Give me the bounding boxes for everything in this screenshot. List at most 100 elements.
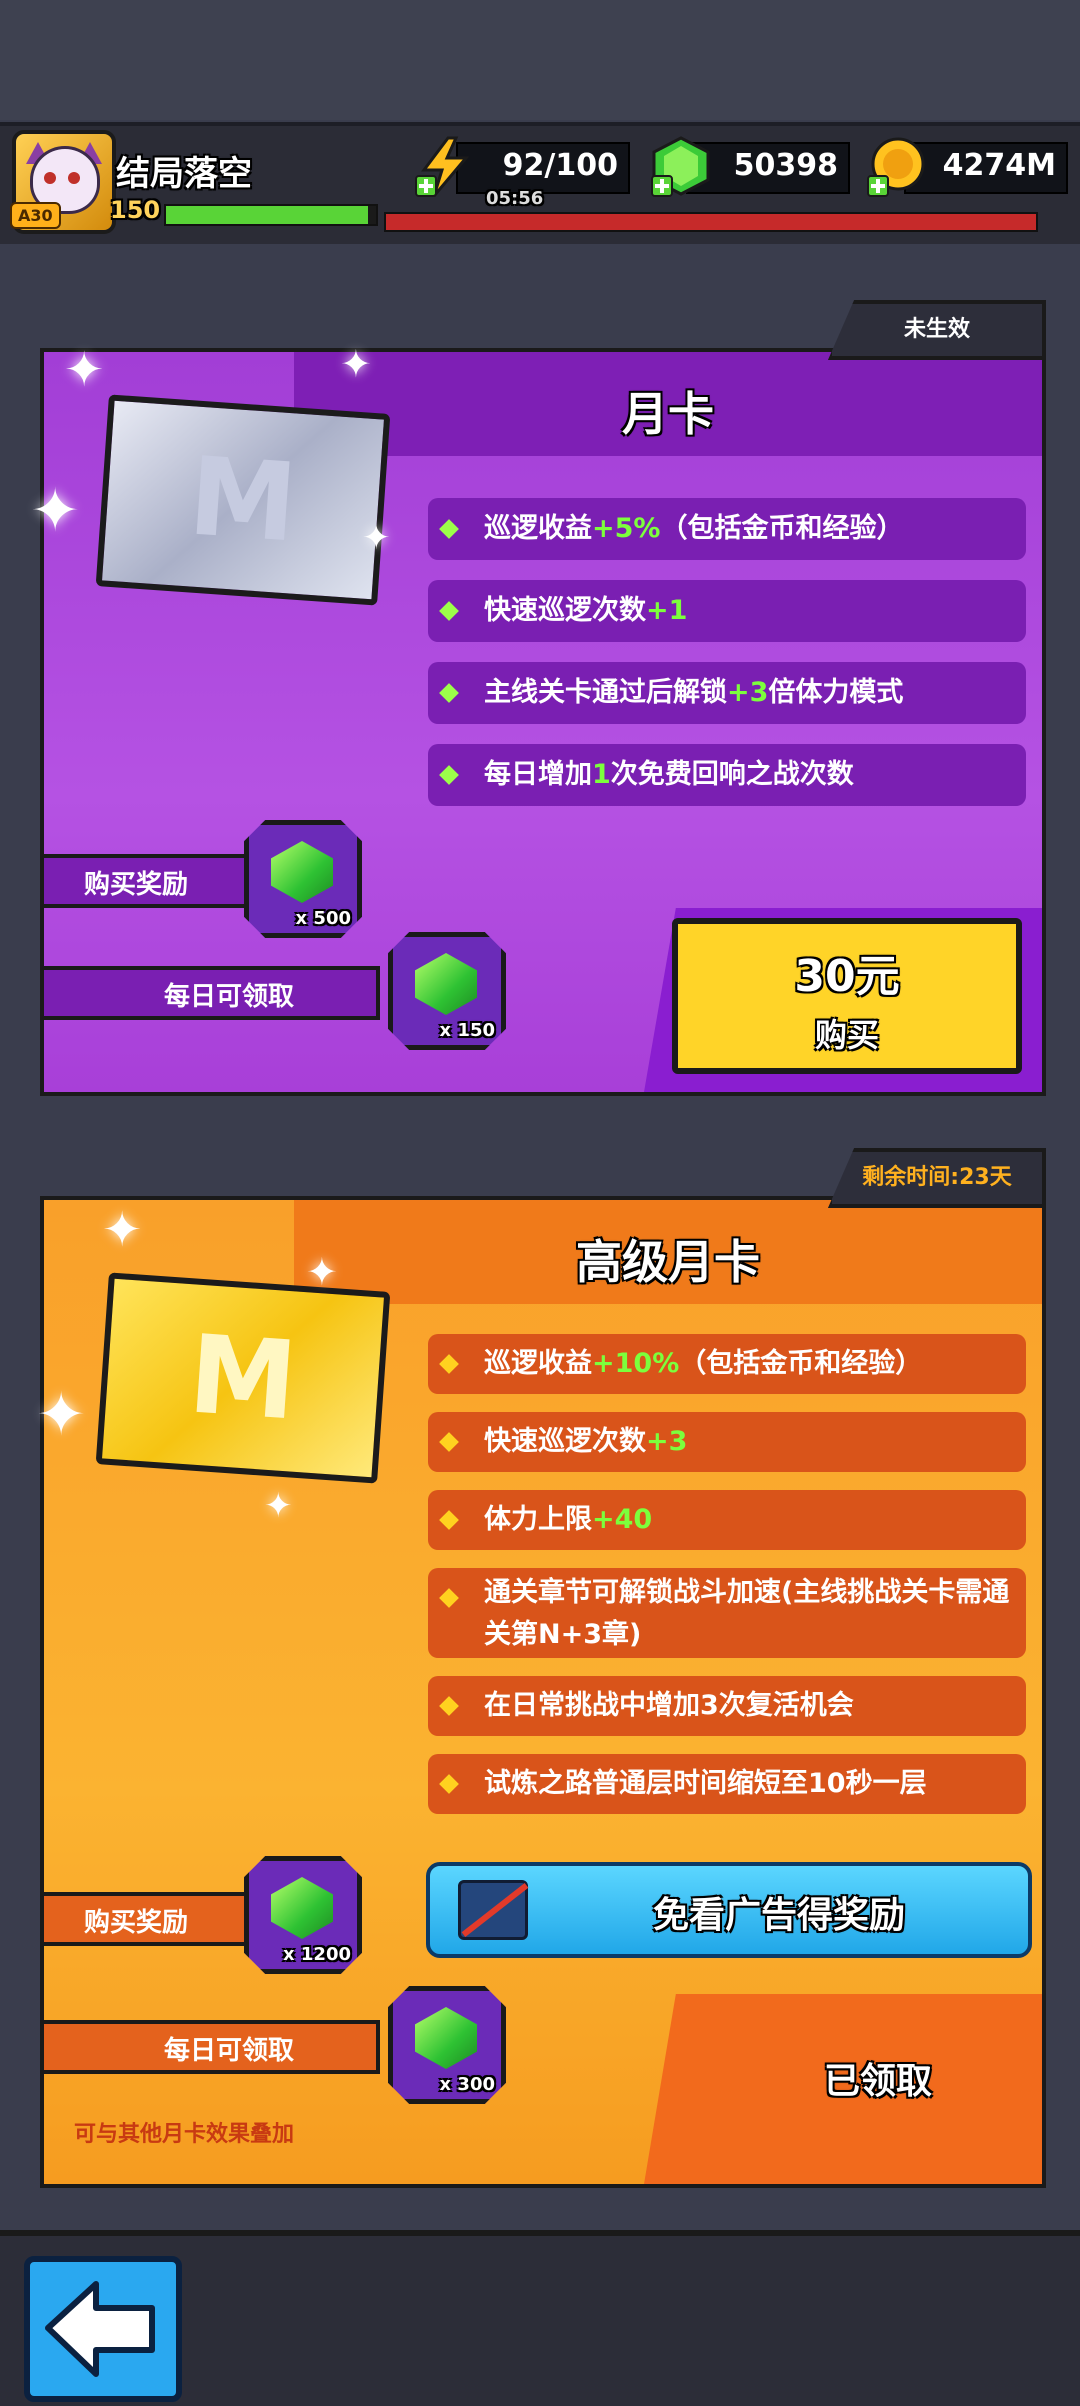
lightning-icon[interactable]: [414, 136, 476, 198]
avatar-eye: [44, 172, 56, 184]
status-bar-area: [0, 0, 1080, 120]
daily-reward-item[interactable]: x 150: [388, 932, 506, 1050]
card-letter: M: [184, 1312, 301, 1445]
purchase-reward-text: 购买奖励: [84, 870, 189, 900]
reward-qty: x 1200: [283, 1944, 351, 1965]
diamond-bullet-icon: [439, 765, 459, 785]
status-label: 未生效: [903, 317, 970, 342]
coin-icon[interactable]: [866, 136, 928, 198]
diamond-bullet-icon: [439, 1774, 459, 1794]
daily-reward-item[interactable]: x 300: [388, 1986, 506, 2104]
daily-reward-label: 每日可领取: [40, 2020, 380, 2074]
price-label: 30元: [794, 951, 900, 1002]
no-ad-icon: [458, 1880, 529, 1940]
feature-text: 体力上限: [484, 1504, 592, 1535]
sparkle-icon: ✦: [306, 1250, 338, 1294]
sparkle-icon: ✦: [30, 476, 81, 546]
feature-highlight: +10%: [592, 1348, 680, 1379]
player-level: 150: [110, 196, 161, 224]
buy-button[interactable]: 30元 购买: [672, 918, 1022, 1074]
sparkle-icon: ✦: [102, 1202, 143, 1258]
diamond-bullet-icon: [439, 1696, 459, 1716]
diamond-bullet-icon: [439, 683, 459, 703]
avatar-eye: [68, 172, 80, 184]
diamond-bullet-icon: [439, 601, 459, 621]
remaining-tab: 剩余时间:23天: [828, 1148, 1046, 1208]
feature-text: 通关章节可解锁战斗加速(主线挑战关卡需通关第N+3章): [484, 1577, 1010, 1650]
feature-row: 在日常挑战中增加3次复活机会: [428, 1676, 1026, 1736]
energy-strip: [384, 212, 1038, 232]
purchase-reward-label: 购买奖励: [40, 1892, 270, 1946]
feature-text: 试炼之路普通层时间缩短至10秒一层: [484, 1768, 927, 1799]
rank-badge: A30: [10, 202, 61, 229]
feature-text: 巡逻收益: [484, 513, 592, 544]
sparkle-icon: ✦: [36, 1380, 87, 1450]
daily-reward-text: 每日可领取: [164, 2036, 295, 2066]
panel-title: 高级月卡: [576, 1235, 760, 1289]
diamond-bullet-icon: [439, 1510, 459, 1530]
feature-row: 每日增加1次免费回响之战次数: [428, 744, 1026, 806]
diamond-bullet-icon: [439, 1588, 459, 1608]
premium-card-image: M: [95, 1272, 391, 1484]
feature-row: 通关章节可解锁战斗加速(主线挑战关卡需通关第N+3章): [428, 1568, 1026, 1658]
gem-icon[interactable]: [650, 136, 712, 198]
feature-highlight: +3: [727, 677, 769, 708]
ad-free-button[interactable]: 免看广告得奖励: [426, 1862, 1032, 1958]
reward-qty: x 500: [295, 908, 351, 929]
feature-text: 主线关卡通过后解锁: [484, 677, 727, 708]
feature-row: 主线关卡通过后解锁+3倍体力模式: [428, 662, 1026, 724]
feature-row: 快速巡逻次数+1: [428, 580, 1026, 642]
purchase-reward-item[interactable]: x 500: [244, 820, 362, 938]
gold-counter: 4274M: [904, 142, 1068, 194]
monthly-card-image: M: [95, 394, 391, 606]
feature-text-suffix: （包括金币和经验）: [679, 1348, 923, 1379]
feature-text: 每日增加: [484, 759, 592, 790]
stamina-timer: 05:56: [486, 188, 544, 209]
xp-bar-fill: [166, 206, 368, 224]
sparkle-icon: ✦: [264, 1486, 293, 1526]
gold-value: 4274M: [942, 148, 1056, 183]
diamond-bullet-icon: [439, 1354, 459, 1374]
feature-highlight: +3: [646, 1426, 688, 1457]
stamina-counter: 92/100: [456, 142, 630, 194]
daily-reward-label: 每日可领取: [40, 966, 380, 1020]
purchase-reward-text: 购买奖励: [84, 1908, 189, 1938]
feature-text-suffix: （包括金币和经验）: [660, 513, 904, 544]
back-button[interactable]: [24, 2256, 182, 2402]
feature-row: 巡逻收益+5%（包括金币和经验）: [428, 498, 1026, 560]
feature-highlight: +5%: [592, 513, 661, 544]
diamond-bullet-icon: [439, 1432, 459, 1452]
xp-bar: [164, 204, 378, 226]
stack-note: 可与其他月卡效果叠加: [74, 2122, 295, 2147]
claimed-status: 已领取: [824, 2061, 933, 2102]
feature-text: 巡逻收益: [484, 1348, 592, 1379]
sparkle-icon: ✦: [340, 342, 372, 386]
card-letter: M: [184, 434, 301, 567]
gem-icon: [415, 953, 477, 1015]
purchase-reward-label: 购买奖励: [40, 854, 270, 908]
feature-row: 试炼之路普通层时间缩短至10秒一层: [428, 1754, 1026, 1814]
feature-text-suffix: 倍体力模式: [768, 677, 904, 708]
sparkle-icon: ✦: [64, 342, 105, 398]
reward-qty: x 150: [439, 1020, 495, 1041]
sparkle-icon: ✦: [362, 518, 391, 558]
feature-text: 快速巡逻次数: [484, 1426, 646, 1457]
stamina-value: 92/100: [502, 148, 618, 183]
reward-qty: x 300: [439, 2074, 495, 2095]
status-tab: 未生效: [828, 300, 1046, 360]
feature-highlight: 1: [592, 759, 611, 790]
feature-row: 巡逻收益+10%（包括金币和经验）: [428, 1334, 1026, 1394]
panel-title: 月卡: [622, 387, 714, 441]
buy-label: 购买: [814, 1016, 879, 1054]
feature-text: 在日常挑战中增加3次复活机会: [484, 1690, 854, 1721]
purchase-reward-item[interactable]: x 1200: [244, 1856, 362, 1974]
feature-row: 快速巡逻次数+3: [428, 1412, 1026, 1472]
ad-free-label: 免看广告得奖励: [652, 1895, 905, 1936]
remaining-label: 剩余时间:23天: [862, 1165, 1012, 1190]
player-name: 结局落空: [116, 154, 252, 194]
diamond-bullet-icon: [439, 519, 459, 539]
feature-highlight: +1: [646, 595, 688, 626]
premium-card-panel: 剩余时间:23天 高级月卡 M ✦ ✦ ✦ ✦ 巡逻收益+10%（包括金币和经验…: [36, 1148, 1046, 2188]
gem-icon: [415, 2007, 477, 2069]
daily-reward-text: 每日可领取: [164, 982, 295, 1012]
